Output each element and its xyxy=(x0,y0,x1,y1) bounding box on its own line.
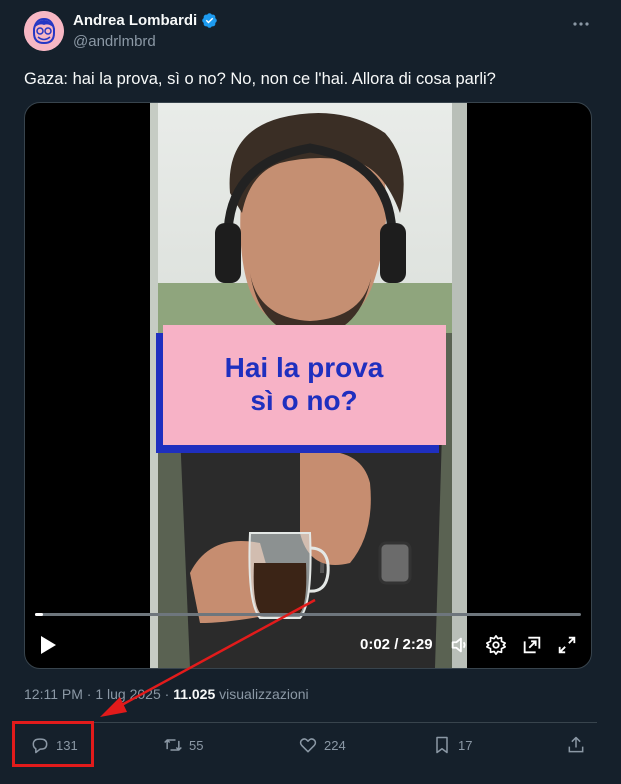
heart-icon xyxy=(299,738,317,753)
annotation-highlight-box xyxy=(12,721,94,767)
avatar[interactable] xyxy=(24,11,64,51)
author-name[interactable]: Andrea Lombardi xyxy=(73,12,197,29)
author-row[interactable]: Andrea Lombardi xyxy=(73,12,218,29)
tweet-metadata: 12:11 PM · 1 lug 2025 · 11.025 visualizz… xyxy=(24,686,309,702)
views-label: visualizzazioni xyxy=(219,686,309,702)
video-player[interactable]: Hai la prova sì o no? 0:02 / 2:29 xyxy=(24,102,592,669)
share-icon xyxy=(568,736,584,753)
tweet: Andrea Lombardi @andrlmbrd Gaza: hai la … xyxy=(0,0,621,784)
repost-count: 55 xyxy=(189,737,204,753)
tweet-time[interactable]: 12:11 PM xyxy=(24,686,83,702)
settings-gear-icon[interactable] xyxy=(485,634,507,656)
play-icon[interactable] xyxy=(39,635,57,655)
like-button[interactable]: 224 xyxy=(298,735,346,755)
bookmark-count: 17 xyxy=(458,737,473,753)
repost-button[interactable]: 55 xyxy=(163,735,203,755)
bookmark-button[interactable]: 17 xyxy=(432,735,472,755)
caption-overlay: Hai la prova sì o no? xyxy=(156,325,446,453)
divider xyxy=(24,722,597,723)
fullscreen-icon[interactable] xyxy=(556,634,578,656)
video-progress-bar[interactable] xyxy=(35,613,581,616)
tweet-text: Gaza: hai la prova, sì o no? No, non ce … xyxy=(24,70,496,88)
video-frame: Hai la prova sì o no? xyxy=(150,103,467,668)
video-progress-fill xyxy=(35,613,44,616)
pip-icon[interactable] xyxy=(521,634,543,656)
author-handle[interactable]: @andrlmbrd xyxy=(73,33,156,50)
more-options-icon[interactable] xyxy=(571,14,591,34)
repost-icon xyxy=(164,739,182,751)
video-time: 0:02 / 2:29 xyxy=(360,636,433,653)
views-count: 11.025 xyxy=(173,686,216,702)
like-count: 224 xyxy=(324,737,346,753)
verified-badge-icon xyxy=(202,13,217,28)
tweet-date[interactable]: 1 lug 2025 xyxy=(95,686,160,702)
caption-line-1: Hai la prova xyxy=(225,352,384,383)
volume-icon[interactable] xyxy=(449,634,471,656)
caption-line-2: sì o no? xyxy=(250,385,357,416)
share-button[interactable] xyxy=(566,735,586,755)
bookmark-icon xyxy=(436,736,448,754)
